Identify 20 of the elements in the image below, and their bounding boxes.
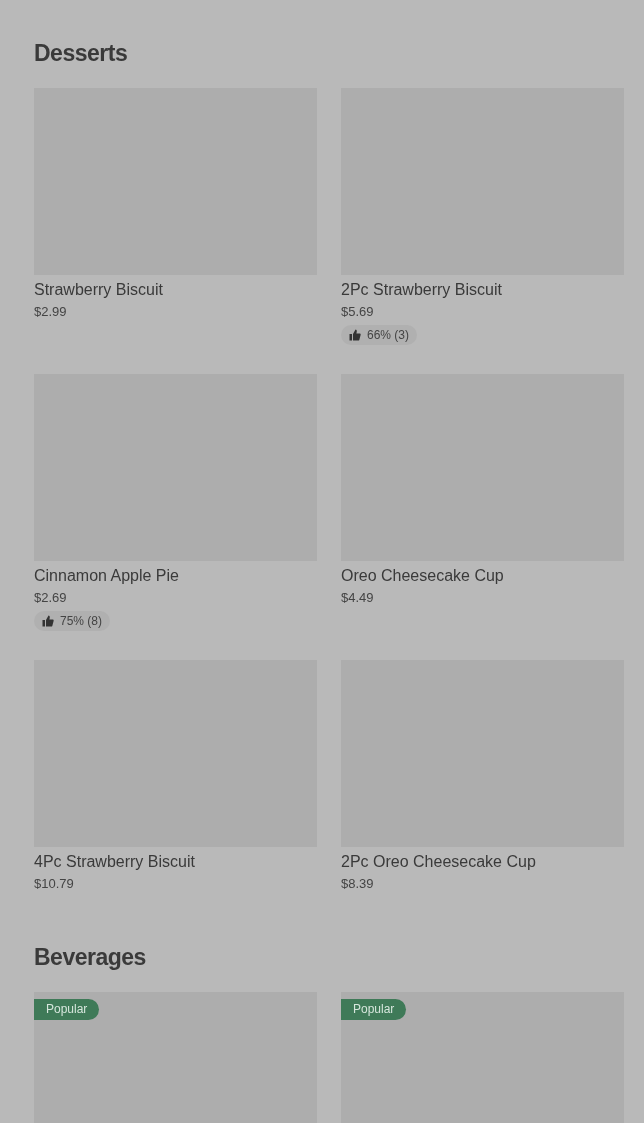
item-name[interactable]: 2Pc Oreo Cheesecake Cup: [341, 853, 624, 871]
item-name[interactable]: Cinnamon Apple Pie: [34, 567, 317, 585]
item-name[interactable]: Oreo Cheesecake Cup: [341, 567, 624, 585]
item-name[interactable]: 4Pc Strawberry Biscuit: [34, 853, 317, 871]
item-price: $4.49: [341, 590, 375, 605]
item-price: $2.99: [34, 304, 68, 319]
rating-badge: 75% (8): [34, 611, 111, 631]
section-heading: Beverages: [34, 943, 147, 972]
popular-badge: Popular: [34, 999, 100, 1020]
item-price: $5.69: [341, 304, 375, 319]
item-price: $2.69: [34, 590, 68, 605]
popular-badge: Popular: [341, 999, 407, 1020]
section-heading: Desserts: [34, 39, 129, 68]
item-price: $8.39: [341, 876, 375, 891]
item-price: $10.79: [34, 876, 75, 891]
thumbs-up-icon: [349, 329, 361, 341]
item-name[interactable]: Strawberry Biscuit: [34, 281, 317, 299]
rating-badge: 66% (3): [341, 325, 418, 345]
thumbs-up-icon: [42, 615, 54, 627]
item-name[interactable]: 2Pc Strawberry Biscuit: [341, 281, 624, 299]
